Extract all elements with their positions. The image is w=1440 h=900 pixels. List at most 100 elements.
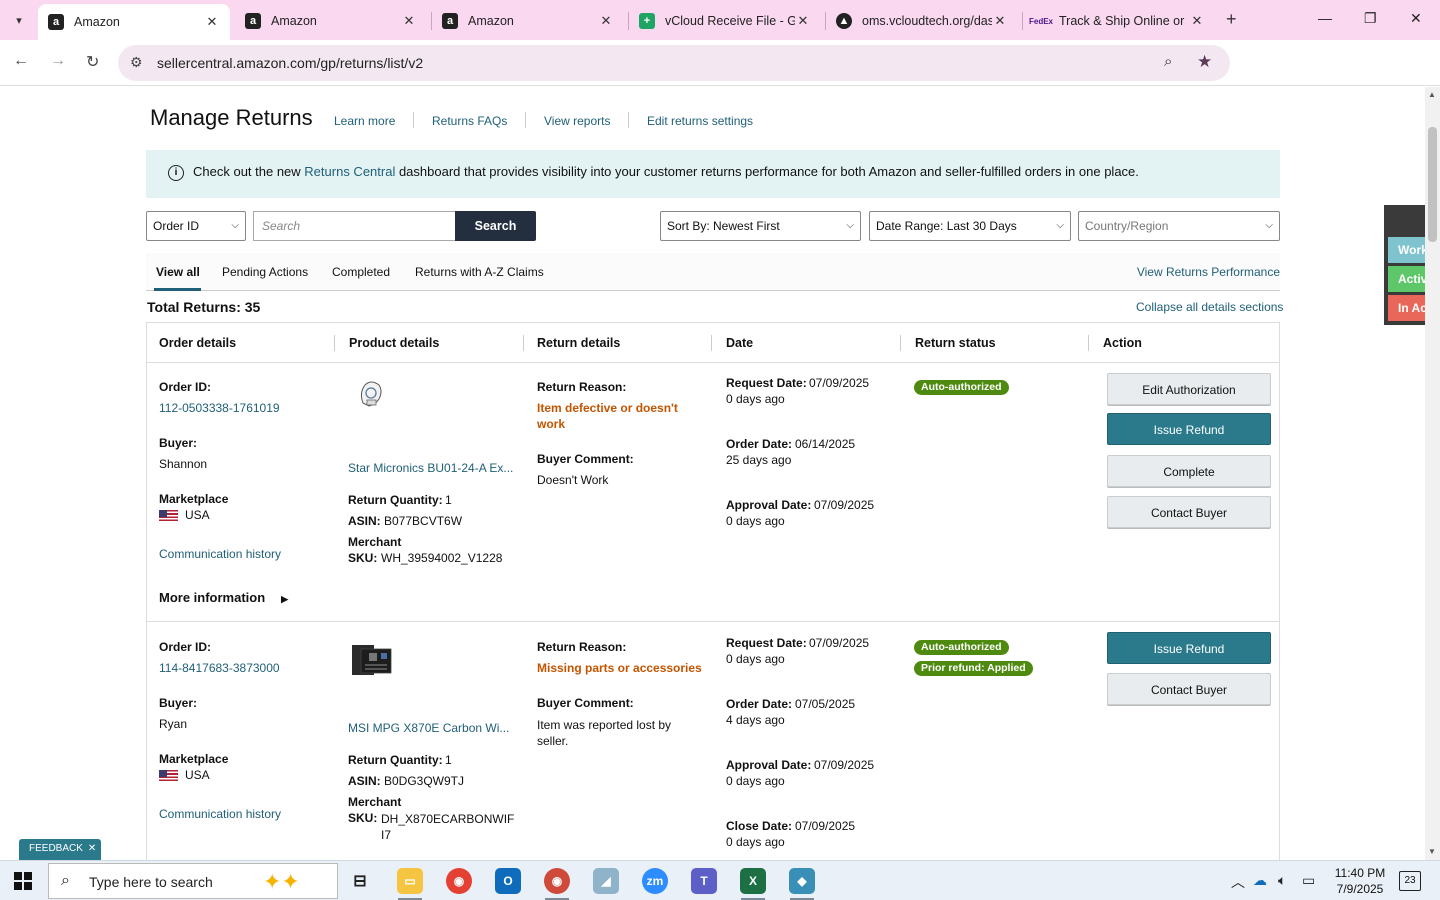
total-returns: Total Returns: 35	[147, 299, 261, 315]
show-hidden-icons[interactable]: ︿	[1231, 872, 1245, 892]
product-thumbnail-motherboard[interactable]	[349, 637, 393, 681]
browser-tab-1[interactable]: a Amazon ✕	[38, 4, 230, 40]
notification-center-icon[interactable]: 23	[1399, 871, 1421, 891]
order-id-link[interactable]: 112-0503338-1761019	[159, 401, 280, 415]
address-bar-row: ← → ↻ ⚙ sellercentral.amazon.com/gp/retu…	[0, 40, 1440, 114]
forward-icon[interactable]: →	[50, 52, 66, 70]
merchant-label: Merchant	[348, 535, 402, 549]
col-action: Action	[1103, 336, 1142, 350]
chrome-icon[interactable]: ◉	[446, 868, 472, 894]
file-explorer-icon[interactable]: ▭	[397, 868, 423, 894]
communication-history-link[interactable]: Communication history	[159, 547, 281, 561]
issue-refund-button[interactable]: Issue Refund	[1107, 413, 1271, 445]
contact-buyer-button[interactable]: Contact Buyer	[1107, 673, 1271, 705]
page-scrollbar[interactable]: ▲ ▼	[1425, 87, 1440, 860]
order-id-link[interactable]: 114-8417683-3873000	[159, 661, 280, 675]
collapse-all-link[interactable]: Collapse all details sections	[1136, 300, 1283, 314]
system-clock[interactable]: 11:40 PM 7/9/2025	[1330, 865, 1390, 897]
returns-central-link[interactable]: Returns Central	[304, 164, 395, 179]
browser-tab-3[interactable]: a Amazon ✕	[432, 6, 624, 36]
product-thumbnail-printer[interactable]	[349, 373, 393, 417]
teams-icon[interactable]: T	[691, 868, 717, 894]
side-status-inactive[interactable]: In Activ	[1388, 295, 1425, 321]
communication-history-link[interactable]: Communication history	[159, 807, 281, 821]
scroll-down-icon[interactable]: ▼	[1428, 847, 1436, 856]
edit-authorization-button[interactable]: Edit Authorization	[1107, 373, 1271, 405]
learn-more-link[interactable]: Learn more	[334, 114, 395, 128]
tab-search-button[interactable]: ▾	[6, 8, 32, 32]
browser-tab-2[interactable]: a Amazon ✕	[235, 6, 427, 36]
tab-completed[interactable]: Completed	[332, 265, 390, 279]
close-icon[interactable]: ✕	[88, 843, 96, 854]
close-tab-icon[interactable]: ✕	[401, 13, 417, 29]
sort-select[interactable]: Sort By: Newest First ⌵	[660, 211, 861, 241]
date-range-select[interactable]: Date Range: Last 30 Days ⌵	[869, 211, 1071, 241]
buyer-name: Ryan	[159, 717, 188, 731]
edit-returns-settings-link[interactable]: Edit returns settings	[647, 114, 753, 128]
asin-value: B077BCVT6W	[384, 514, 463, 528]
close-tab-icon[interactable]: ✕	[598, 13, 614, 29]
issue-refund-button[interactable]: Issue Refund	[1107, 632, 1271, 664]
search-button[interactable]: Search	[455, 211, 536, 241]
app-diamond-icon[interactable]: ◆	[789, 868, 815, 894]
product-name-link[interactable]: MSI MPG X870E Carbon Wi...	[348, 721, 509, 735]
task-view-icon[interactable]: ⊟	[347, 868, 373, 894]
view-reports-link[interactable]: View reports	[544, 114, 610, 128]
browser-tab-5[interactable]: ▲ oms.vcloudtech.org/das ✕	[826, 6, 1018, 36]
product-name-link[interactable]: Star Micronics BU01-24-A Ex...	[348, 461, 513, 475]
scrollbar-thumb[interactable]	[1428, 127, 1437, 242]
complete-button[interactable]: Complete	[1107, 455, 1271, 487]
restore-icon[interactable]: ❐	[1364, 10, 1377, 27]
network-icon[interactable]: ▭	[1302, 872, 1315, 889]
outlook-icon[interactable]: O	[495, 868, 521, 894]
taskbar-search-box[interactable]: ⌕ Type here to search ✦✦	[48, 863, 338, 899]
col-return-details: Return details	[537, 336, 621, 350]
more-information-toggle[interactable]: More information ▶	[159, 590, 288, 605]
search-input[interactable]: Search	[253, 211, 456, 241]
request-date-label: Request Date:	[726, 376, 807, 390]
country-region-select[interactable]: Country/Region ⌵	[1078, 211, 1280, 241]
browser-tab-4[interactable]: + vCloud Receive File - Go ✕	[629, 6, 821, 36]
onedrive-icon[interactable]: ☁	[1253, 872, 1267, 889]
order-ago: 25 days ago	[726, 453, 792, 467]
chrome-profile-icon[interactable]: ◉	[544, 868, 570, 894]
browser-tab-6[interactable]: FedEx Track & Ship Online or ✕	[1023, 6, 1215, 36]
zoom-app-icon[interactable]: zm	[642, 868, 668, 894]
close-tab-icon[interactable]: ✕	[1189, 13, 1205, 29]
back-icon[interactable]: ←	[13, 52, 29, 70]
close-tab-icon[interactable]: ✕	[992, 13, 1008, 29]
close-tab-icon[interactable]: ✕	[795, 13, 811, 29]
url-text[interactable]: sellercentral.amazon.com/gp/returns/list…	[157, 55, 423, 71]
banner-text: Check out the new Returns Central dashbo…	[193, 164, 1139, 179]
close-window-icon[interactable]: ✕	[1410, 10, 1422, 27]
col-date: Date	[726, 336, 754, 350]
reload-icon[interactable]: ↻	[86, 52, 99, 72]
col-product-details: Product details	[349, 336, 440, 350]
tab-view-all[interactable]: View all	[156, 265, 200, 279]
scroll-up-icon[interactable]: ▲	[1428, 90, 1436, 99]
search-type-select[interactable]: Order ID ⌵	[146, 211, 246, 241]
tab-a-z-claims[interactable]: Returns with A-Z Claims	[415, 265, 544, 279]
feedback-button[interactable]: FEEDBACK ✕	[19, 839, 101, 860]
omnibox[interactable]: ⚙ sellercentral.amazon.com/gp/returns/li…	[118, 45, 1230, 81]
buyer-label: Buyer:	[159, 436, 198, 450]
volume-icon[interactable]: 🔈︎	[1278, 872, 1286, 889]
bookmark-star-icon[interactable]: ★	[1197, 52, 1212, 72]
tab-pending-actions[interactable]: Pending Actions	[222, 265, 308, 279]
side-status-active[interactable]: Active:	[1388, 266, 1425, 292]
contact-buyer-button[interactable]: Contact Buyer	[1107, 496, 1271, 528]
zoom-icon[interactable]: ⌕	[1164, 53, 1172, 70]
side-status-working[interactable]: Workin	[1388, 237, 1425, 263]
minimize-icon[interactable]: —	[1318, 10, 1332, 26]
excel-icon[interactable]: X	[740, 868, 766, 894]
site-info-icon[interactable]: ⚙	[130, 54, 143, 71]
approval-date-label: Approval Date:	[726, 758, 812, 772]
table-header: Order details Product details Return det…	[147, 323, 1279, 363]
view-returns-performance-link[interactable]: View Returns Performance	[1137, 265, 1280, 279]
new-tab-icon[interactable]: +	[1226, 9, 1237, 30]
close-tab-icon[interactable]: ✕	[204, 14, 220, 30]
windows-start-icon[interactable]	[14, 872, 32, 890]
app-icon[interactable]: ◢	[593, 868, 619, 894]
returns-faqs-link[interactable]: Returns FAQs	[432, 114, 507, 128]
column-separator	[1088, 335, 1089, 351]
